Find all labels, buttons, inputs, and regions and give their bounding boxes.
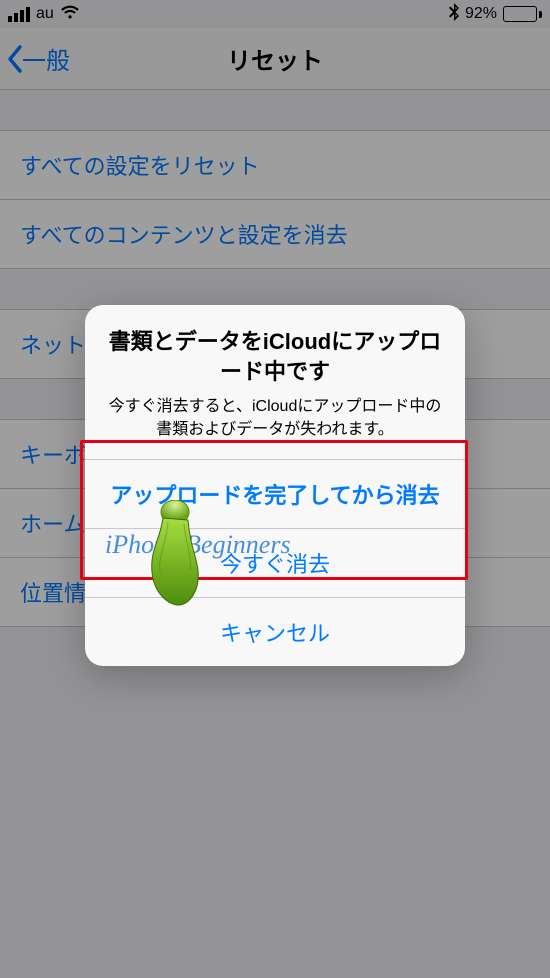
finish-upload-then-erase-button[interactable]: アップロードを完了してから消去: [85, 460, 465, 528]
alert-message: 今すぐ消去すると、iCloudにアップロード中の書類およびデータが失われます。: [105, 396, 445, 441]
screen: au 92% 一般 リセット すべての設定を: [0, 0, 550, 978]
icloud-upload-alert: 書類とデータをiCloudにアップロード中です 今すぐ消去すると、iCloudに…: [85, 305, 465, 666]
cancel-button[interactable]: キャンセル: [85, 598, 465, 666]
alert-title: 書類とデータをiCloudにアップロード中です: [105, 327, 445, 386]
erase-now-button[interactable]: 今すぐ消去: [85, 529, 465, 597]
